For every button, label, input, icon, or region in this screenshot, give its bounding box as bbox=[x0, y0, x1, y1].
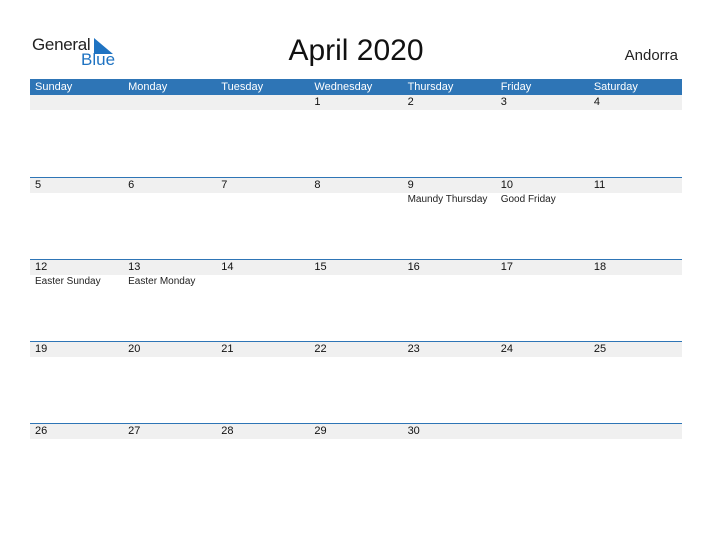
weekday-monday: Monday bbox=[128, 81, 168, 93]
weekday-thursday: Thursday bbox=[407, 81, 454, 93]
day-number: 13 bbox=[128, 261, 141, 273]
holiday-label bbox=[216, 275, 309, 288]
day-number: 30 bbox=[407, 425, 420, 437]
holiday-label bbox=[309, 193, 402, 206]
day-number: 18 bbox=[593, 261, 607, 273]
week-row: 1 2 3 4 bbox=[30, 95, 682, 177]
day-number: 19 bbox=[35, 343, 48, 355]
day-number: 2 bbox=[407, 96, 414, 108]
holiday-label bbox=[589, 193, 682, 206]
holiday-label bbox=[30, 193, 123, 206]
day-number: 12 bbox=[35, 261, 48, 273]
holiday-label bbox=[309, 275, 402, 288]
day-number: 15 bbox=[314, 261, 327, 273]
holiday-label bbox=[123, 193, 216, 206]
day-number: 28 bbox=[221, 425, 234, 437]
weekday-saturday: Saturday bbox=[593, 81, 638, 93]
day-number: 4 bbox=[593, 96, 600, 108]
day-number: 11 bbox=[593, 179, 606, 191]
holiday-label: Good Friday bbox=[500, 194, 556, 205]
day-number bbox=[123, 95, 216, 110]
day-number: 20 bbox=[128, 343, 141, 355]
day-number bbox=[589, 424, 682, 439]
day-number: 24 bbox=[500, 343, 513, 355]
day-number: 9 bbox=[407, 179, 414, 191]
day-number-row: 1 2 3 4 bbox=[30, 95, 682, 110]
country-label: Andorra bbox=[624, 47, 678, 64]
day-number: 10 bbox=[500, 179, 513, 191]
day-number: 23 bbox=[407, 343, 420, 355]
day-number bbox=[216, 95, 309, 110]
day-number: 3 bbox=[500, 96, 507, 108]
holiday-label: Maundy Thursday bbox=[407, 194, 488, 205]
week-row: 26 27 28 29 30 bbox=[30, 423, 682, 505]
day-number: 22 bbox=[314, 343, 327, 355]
day-number: 21 bbox=[221, 343, 234, 355]
holiday-label: Easter Monday bbox=[128, 276, 196, 287]
day-number: 25 bbox=[593, 343, 607, 355]
week-row: 12 13 14 15 16 17 18 Easter Sunday Easter Monday bbox=[30, 259, 682, 341]
weekday-sunday: Sunday bbox=[35, 81, 73, 93]
day-number: 1 bbox=[314, 96, 321, 108]
holiday-label bbox=[403, 275, 496, 288]
day-number: 26 bbox=[35, 425, 48, 437]
week-row: 19 20 21 22 23 24 25 bbox=[30, 341, 682, 423]
week-row: 5 6 7 8 9 10 11 Maundy Thursday Good Friday bbox=[30, 177, 682, 259]
day-number: 8 bbox=[314, 179, 321, 191]
day-number-row: 26 27 28 29 30 bbox=[30, 424, 682, 439]
day-number: 5 bbox=[35, 179, 42, 191]
holiday-label: Easter Sunday bbox=[35, 276, 101, 287]
day-number: 29 bbox=[314, 425, 327, 437]
day-number: 17 bbox=[500, 261, 513, 273]
weekday-header: Sunday Monday Tuesday Wednesday Thursday… bbox=[30, 79, 682, 95]
day-number bbox=[496, 424, 589, 439]
holiday-label bbox=[589, 275, 682, 288]
day-number-row: 5 6 7 8 9 10 11 bbox=[30, 178, 682, 193]
day-number: 6 bbox=[128, 179, 135, 191]
weekday-friday: Friday bbox=[500, 81, 532, 93]
event-row: Maundy Thursday Good Friday bbox=[30, 193, 682, 206]
holiday-label bbox=[496, 275, 589, 288]
day-number: 14 bbox=[221, 261, 234, 273]
calendar-grid: Sunday Monday Tuesday Wednesday Thursday… bbox=[30, 79, 682, 505]
weekday-tuesday: Tuesday bbox=[221, 81, 264, 93]
holiday-label bbox=[216, 193, 309, 206]
day-number: 27 bbox=[128, 425, 141, 437]
day-number: 7 bbox=[221, 179, 228, 191]
event-row: Easter Sunday Easter Monday bbox=[30, 275, 682, 288]
day-number-row: 19 20 21 22 23 24 25 bbox=[30, 342, 682, 357]
weekday-wednesday: Wednesday bbox=[314, 81, 373, 93]
day-number bbox=[30, 95, 123, 110]
page-title: April 2020 bbox=[288, 34, 424, 67]
day-number: 16 bbox=[407, 261, 420, 273]
day-number-row: 12 13 14 15 16 17 18 bbox=[30, 260, 682, 275]
